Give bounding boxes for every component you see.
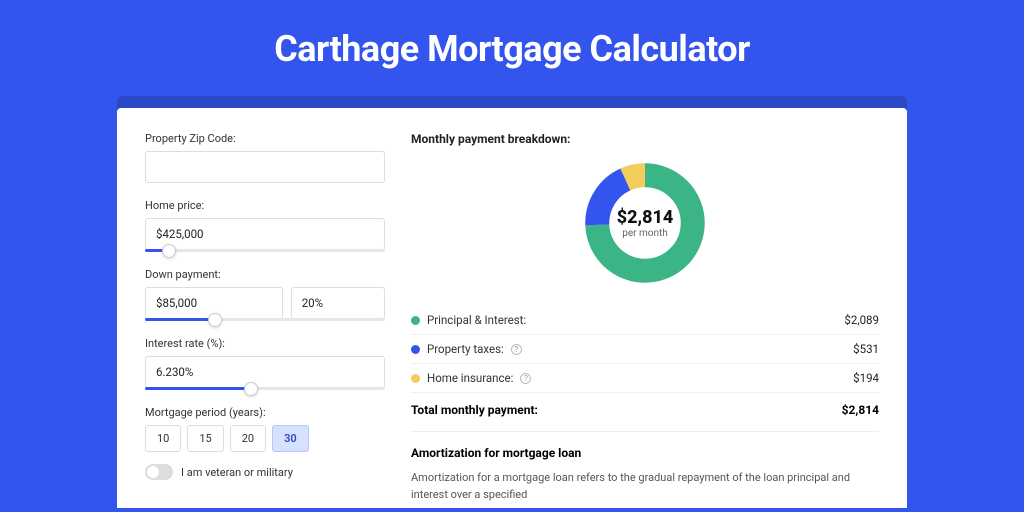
calculator-frame: Property Zip Code: Home price: Down paym… — [117, 96, 907, 508]
legend: Principal & Interest: $2,089 Property taxe… — [411, 306, 879, 393]
legend-value: $2,089 — [844, 313, 879, 327]
legend-row: Principal & Interest: $2,089 — [411, 306, 879, 335]
home-price-field: Home price: — [145, 199, 385, 252]
legend-dot — [411, 316, 420, 325]
legend-label: Principal & Interest: — [427, 313, 526, 327]
period-label: Mortgage period (years): — [145, 406, 385, 419]
slider-thumb[interactable] — [208, 313, 222, 327]
info-icon[interactable]: ? — [511, 344, 522, 355]
amortization-text: Amortization for a mortgage loan refers … — [411, 470, 879, 503]
interest-input[interactable] — [145, 356, 385, 388]
legend-label: Property taxes: — [427, 342, 504, 356]
legend-value: $194 — [853, 371, 879, 385]
donut-amount: $2,814 — [617, 207, 674, 228]
interest-field: Interest rate (%): — [145, 337, 385, 390]
interest-label: Interest rate (%): — [145, 337, 385, 350]
legend-dot — [411, 374, 420, 383]
period-button-30[interactable]: 30 — [272, 425, 309, 452]
legend-label: Home insurance: — [427, 371, 513, 385]
legend-dot — [411, 345, 420, 354]
inputs-panel: Property Zip Code: Home price: Down paym… — [145, 132, 385, 508]
info-icon[interactable]: ? — [520, 373, 531, 384]
down-payment-field: Down payment: — [145, 268, 385, 321]
slider-thumb[interactable] — [244, 382, 258, 396]
donut-chart: $2,814 per month — [582, 160, 708, 286]
legend-row: Property taxes:? $531 — [411, 335, 879, 364]
breakdown-title: Monthly payment breakdown: — [411, 132, 879, 146]
zip-input[interactable] — [145, 151, 385, 183]
amortization-title: Amortization for mortgage loan — [411, 446, 879, 460]
legend-row: Home insurance:? $194 — [411, 364, 879, 393]
interest-slider[interactable] — [145, 387, 385, 390]
home-price-slider[interactable] — [145, 249, 385, 252]
breakdown-panel: Monthly payment breakdown: $2,814 per mo… — [411, 132, 879, 508]
zip-field: Property Zip Code: — [145, 132, 385, 183]
total-row: Total monthly payment: $2,814 — [411, 393, 879, 431]
slider-fill — [145, 318, 215, 321]
down-payment-slider[interactable] — [145, 318, 385, 321]
total-label: Total monthly payment: — [411, 403, 538, 417]
veteran-row: I am veteran or military — [145, 464, 385, 480]
slider-thumb[interactable] — [162, 244, 176, 258]
legend-value: $531 — [853, 342, 879, 356]
donut-center: $2,814 per month — [582, 160, 708, 286]
down-payment-label: Down payment: — [145, 268, 385, 281]
donut-sub: per month — [622, 228, 668, 239]
amortization-block: Amortization for mortgage loan Amortizat… — [411, 431, 879, 503]
zip-label: Property Zip Code: — [145, 132, 385, 145]
period-button-20[interactable]: 20 — [230, 425, 266, 452]
total-value: $2,814 — [842, 403, 879, 417]
calculator-card: Property Zip Code: Home price: Down paym… — [117, 108, 907, 508]
veteran-toggle[interactable] — [145, 464, 173, 480]
period-buttons: 1015 2030 — [145, 425, 385, 452]
slider-fill — [145, 387, 251, 390]
page-title: Carthage Mortgage Calculator — [0, 28, 1024, 70]
home-price-input[interactable] — [145, 218, 385, 250]
period-button-15[interactable]: 15 — [187, 425, 223, 452]
home-price-label: Home price: — [145, 199, 385, 212]
veteran-label: I am veteran or military — [181, 466, 293, 479]
period-button-10[interactable]: 10 — [145, 425, 181, 452]
donut-chart-wrap: $2,814 per month — [411, 160, 879, 286]
down-payment-pct-input[interactable] — [291, 287, 385, 319]
period-field: Mortgage period (years): 1015 2030 — [145, 406, 385, 452]
